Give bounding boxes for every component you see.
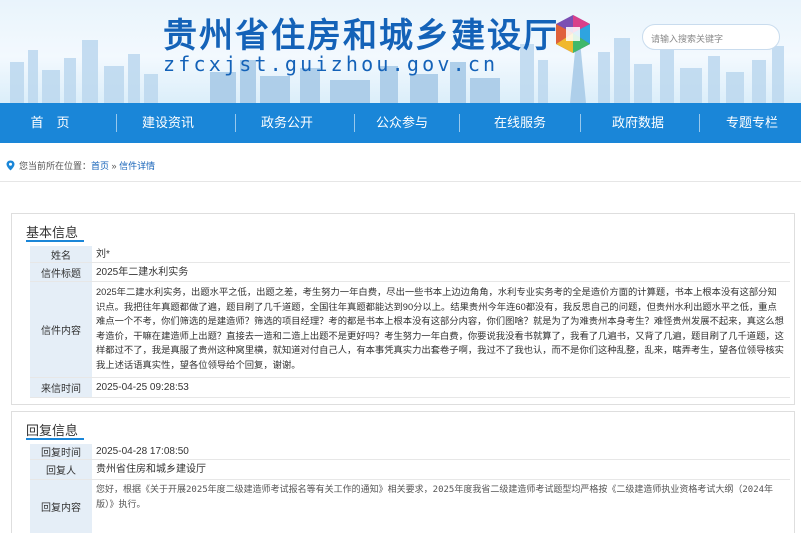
government-logo-icon [556, 15, 590, 53]
reply-info-title: 回复信息 [26, 423, 79, 438]
nav-divider [580, 114, 581, 132]
breadcrumb-current[interactable]: 信件详情 [119, 161, 155, 171]
nav-item-news[interactable]: 建设资讯 [118, 103, 218, 143]
nav-divider [699, 114, 700, 132]
nav-item-public-participation[interactable]: 公众参与 [352, 103, 452, 143]
breadcrumb-separator: » [111, 161, 117, 171]
breadcrumb-prefix: 您当前所在位置： [19, 161, 92, 171]
reply-time-value: 2025-04-28 17:08:50 [96, 446, 189, 457]
basic-info-title: 基本信息 [26, 225, 79, 240]
info-row-time: 来信时间 2025-04-25 09:28:53 [30, 378, 790, 398]
site-title: 贵州省住房和城乡建设厅 [163, 16, 559, 56]
reply-row-replier: 回复人 贵州省住房和城乡建设厅 [30, 460, 790, 480]
reply-content-value: 您好，根据《关于开展2025年度二级建造师考试报名等有关工作的通知》相关要求，2… [96, 485, 774, 510]
info-row-subject: 信件标题 2025年二建水利实务 [30, 263, 790, 282]
replier-label: 回复人 [30, 460, 92, 479]
breadcrumb: 您当前所在位置：首页 » 信件详情 [6, 159, 155, 173]
site-domain: zfcxjst.guizhou.gov.cn [163, 52, 499, 76]
section-title-underline [26, 438, 84, 440]
subject-label: 信件标题 [30, 263, 92, 281]
replier-value: 贵州省住房和城乡建设厅 [96, 464, 206, 475]
location-pin-icon [6, 160, 15, 171]
reply-time-label: 回复时间 [30, 444, 92, 459]
nav-item-gov-affairs[interactable]: 政务公开 [237, 103, 337, 143]
nav-divider [459, 114, 460, 132]
nav-divider [116, 114, 117, 132]
site-header: 贵州省住房和城乡建设厅 zfcxjst.guizhou.gov.cn 请输入搜索… [0, 0, 801, 103]
nav-item-home[interactable]: 首 页 [0, 103, 100, 143]
main-nav: 首 页 建设资讯 政务公开 公众参与 在线服务 政府数据 专题专栏 [0, 103, 801, 143]
nav-item-special-topics[interactable]: 专题专栏 [702, 103, 801, 143]
name-value: 刘* [96, 248, 110, 260]
section-title-underline [26, 240, 84, 242]
name-label: 姓名 [30, 246, 92, 262]
search-input[interactable]: 请输入搜索关键字 [642, 24, 780, 50]
content-value: 2025年二建水利实务，出题水平之低，出题之差，考生努力一年白费，尽出一些书本上… [96, 287, 784, 370]
time-label: 来信时间 [30, 378, 92, 397]
nav-divider [235, 114, 236, 132]
divider [0, 181, 801, 182]
info-row-name: 姓名 刘* [30, 246, 790, 263]
nav-item-gov-data[interactable]: 政府数据 [588, 103, 688, 143]
time-value: 2025-04-25 09:28:53 [96, 382, 189, 393]
info-row-content: 信件内容 2025年二建水利实务，出题水平之低，出题之差，考生努力一年白费，尽出… [30, 282, 790, 378]
subject-value: 2025年二建水利实务 [96, 266, 189, 278]
nav-item-online-services[interactable]: 在线服务 [470, 103, 570, 143]
reply-row-time: 回复时间 2025-04-28 17:08:50 [30, 444, 790, 460]
content-label: 信件内容 [30, 282, 92, 377]
reply-row-content: 回复内容 您好，根据《关于开展2025年度二级建造师考试报名等有关工作的通知》相… [30, 480, 790, 533]
breadcrumb-home-link[interactable]: 首页 [91, 161, 109, 171]
reply-content-label: 回复内容 [30, 480, 92, 533]
